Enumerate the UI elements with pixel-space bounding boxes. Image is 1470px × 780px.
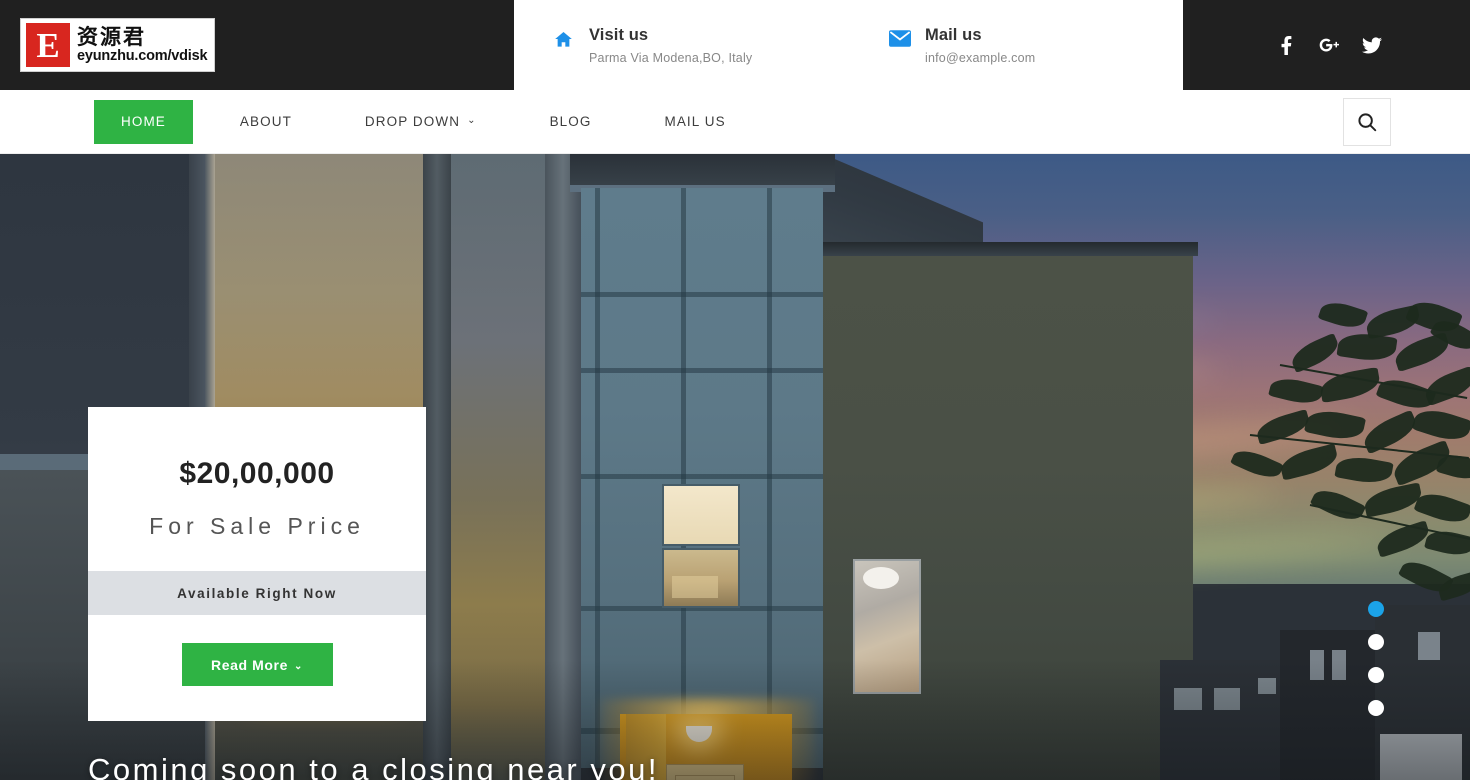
chevron-down-icon: ⌄ xyxy=(467,115,477,126)
twitter-icon[interactable] xyxy=(1362,35,1382,55)
nav-item-blog[interactable]: BLOG xyxy=(534,101,608,143)
chevron-down-icon: ⌄ xyxy=(294,660,303,672)
visit-us-title: Visit us xyxy=(589,26,649,45)
main-navigation: HOME ABOUT DROP DOWN ⌄ BLOG MAIL US xyxy=(0,90,1470,154)
logo-chinese-text: 资源君 xyxy=(77,24,146,49)
background-buildings xyxy=(1150,590,1470,780)
home-icon xyxy=(553,30,575,49)
slider-dots xyxy=(1368,601,1384,716)
mail-us-email: info@example.com xyxy=(925,50,1036,65)
visit-us-address: Parma Via Modena,BO, Italy xyxy=(589,50,753,65)
logo-mark-letter: E xyxy=(36,25,60,65)
logo-box[interactable]: E 资源君 eyunzhu.com/vdisk xyxy=(20,18,215,72)
mail-us-title: Mail us xyxy=(925,26,982,45)
facebook-icon[interactable] xyxy=(1276,35,1296,55)
read-more-button[interactable]: Read More ⌄ xyxy=(181,643,333,686)
nav-item-drop-down[interactable]: DROP DOWN ⌄ xyxy=(349,101,493,143)
nav-item-mail-us[interactable]: MAIL US xyxy=(648,101,741,143)
price-label: For Sale Price xyxy=(149,513,365,539)
price-amount: $20,00,000 xyxy=(179,457,335,490)
contact-visit-us: Visit us Parma Via Modena,BO, Italy xyxy=(553,25,888,65)
hero-slider: $20,00,000 For Sale Price Available Righ… xyxy=(0,154,1470,780)
search-icon xyxy=(1356,111,1378,133)
social-links xyxy=(1183,0,1470,90)
nav-item-about[interactable]: ABOUT xyxy=(224,101,308,143)
search-button[interactable] xyxy=(1343,98,1391,146)
logo-url-text: eyunzhu.com/vdisk xyxy=(77,47,208,64)
top-bar: E 资源君 eyunzhu.com/vdisk Visit us Parma V… xyxy=(0,0,1470,90)
tree-silhouette xyxy=(1170,295,1470,634)
slider-dot-2[interactable] xyxy=(1368,634,1384,650)
contact-mail-us: Mail us info@example.com xyxy=(889,25,1035,65)
hero-caption: Coming soon to a closing near you! xyxy=(88,752,659,780)
logo-text: 资源君 eyunzhu.com/vdisk xyxy=(77,24,208,65)
contact-info-panel: Visit us Parma Via Modena,BO, Italy Mail… xyxy=(514,0,1183,90)
slider-dot-3[interactable] xyxy=(1368,667,1384,683)
logo-mark-icon: E xyxy=(26,23,70,67)
nav-item-home[interactable]: HOME xyxy=(94,99,193,144)
nav-item-drop-down-label: DROP DOWN xyxy=(364,114,461,129)
availability-text: Available Right Now xyxy=(177,585,337,601)
google-plus-icon[interactable] xyxy=(1319,35,1339,55)
nav-list: HOME ABOUT DROP DOWN ⌄ BLOG MAIL US xyxy=(94,99,742,144)
price-card: $20,00,000 For Sale Price Available Righ… xyxy=(88,407,426,721)
slider-dot-4[interactable] xyxy=(1368,700,1384,716)
logo[interactable]: E 资源君 eyunzhu.com/vdisk xyxy=(0,0,514,90)
availability-badge: Available Right Now xyxy=(88,571,426,615)
slider-dot-1[interactable] xyxy=(1368,601,1384,617)
envelope-icon xyxy=(889,30,911,47)
read-more-label: Read More xyxy=(211,656,288,673)
